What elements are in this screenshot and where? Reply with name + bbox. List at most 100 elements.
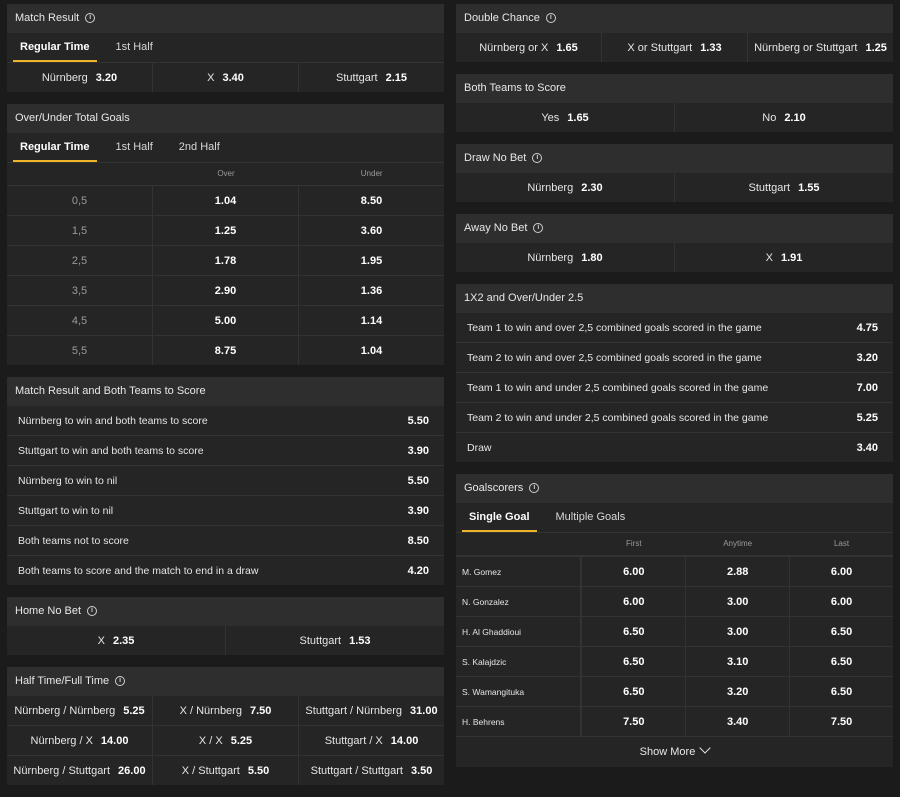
first-odd[interactable]: 6.50 bbox=[581, 647, 685, 676]
market-header[interactable]: Match Result i bbox=[7, 4, 444, 33]
over-odd[interactable]: 2.90 bbox=[152, 276, 298, 305]
market-header[interactable]: Double Chance i bbox=[456, 4, 893, 33]
tab-multiple-goals[interactable]: Multiple Goals bbox=[543, 503, 639, 532]
selection-x2[interactable]: X or Stuttgart 1.33 bbox=[601, 33, 747, 62]
list-selection[interactable]: Both teams not to score 8.50 bbox=[7, 525, 444, 555]
last-odd[interactable]: 6.50 bbox=[789, 677, 893, 706]
selection-nurnberg[interactable]: Nürnberg 3.20 bbox=[7, 63, 152, 92]
market-header[interactable]: Match Result and Both Teams to Score bbox=[7, 377, 444, 406]
over-odd[interactable]: 1.25 bbox=[152, 216, 298, 245]
over-odd[interactable]: 8.75 bbox=[152, 336, 298, 365]
last-odd[interactable]: 6.50 bbox=[789, 647, 893, 676]
selection-stuttgart[interactable]: Stuttgart 1.53 bbox=[225, 626, 444, 655]
anytime-odd[interactable]: 2.88 bbox=[685, 557, 789, 586]
selection-draw[interactable]: X 2.35 bbox=[7, 626, 225, 655]
under-odd[interactable]: 8.50 bbox=[298, 186, 444, 215]
last-odd[interactable]: 6.00 bbox=[789, 557, 893, 586]
info-icon[interactable]: i bbox=[532, 153, 543, 164]
first-odd[interactable]: 6.50 bbox=[581, 677, 685, 706]
selection-htft[interactable]: Nürnberg / X 14.00 bbox=[7, 726, 152, 755]
selection-htft[interactable]: X / Stuttgart 5.50 bbox=[152, 756, 298, 785]
selection-odd: 5.25 bbox=[856, 411, 878, 424]
selection-no[interactable]: No 2.10 bbox=[674, 103, 893, 132]
tab-regular-time[interactable]: Regular Time bbox=[7, 33, 103, 62]
over-odd[interactable]: 1.04 bbox=[152, 186, 298, 215]
selection-nurnberg[interactable]: Nürnberg 2.30 bbox=[456, 173, 674, 202]
anytime-odd[interactable]: 3.40 bbox=[685, 707, 789, 736]
odd-value: 8.75 bbox=[214, 344, 237, 357]
market-goalscorers: Goalscorers i Single Goal Multiple Goals … bbox=[456, 474, 893, 767]
market-header[interactable]: Both Teams to Score bbox=[456, 74, 893, 103]
first-odd[interactable]: 6.00 bbox=[581, 557, 685, 586]
selection-12[interactable]: Nürnberg or Stuttgart 1.25 bbox=[747, 33, 893, 62]
last-odd[interactable]: 7.50 bbox=[789, 707, 893, 736]
list-selection[interactable]: Nürnberg to win to nil 5.50 bbox=[7, 465, 444, 495]
anytime-odd[interactable]: 3.00 bbox=[685, 617, 789, 646]
list-selection[interactable]: Draw 3.40 bbox=[456, 432, 893, 462]
first-odd[interactable]: 6.00 bbox=[581, 587, 685, 616]
list-selection[interactable]: Both teams to score and the match to end… bbox=[7, 555, 444, 585]
over-odd[interactable]: 1.78 bbox=[152, 246, 298, 275]
anytime-odd[interactable]: 3.10 bbox=[685, 647, 789, 676]
info-icon[interactable]: i bbox=[87, 606, 98, 617]
selection-htft[interactable]: Stuttgart / Stuttgart 3.50 bbox=[298, 756, 444, 785]
list-selection[interactable]: Team 1 to win and over 2,5 combined goal… bbox=[456, 313, 893, 342]
show-more-button[interactable]: Show More bbox=[456, 736, 893, 767]
selection-nurnberg[interactable]: Nürnberg 1.80 bbox=[456, 243, 674, 272]
selection-1x[interactable]: Nürnberg or X 1.65 bbox=[456, 33, 601, 62]
under-odd[interactable]: 1.04 bbox=[298, 336, 444, 365]
selection-draw[interactable]: X 1.91 bbox=[674, 243, 893, 272]
first-odd[interactable]: 6.50 bbox=[581, 617, 685, 646]
over-odd[interactable]: 5.00 bbox=[152, 306, 298, 335]
under-odd[interactable]: 1.36 bbox=[298, 276, 444, 305]
market-title: Double Chance bbox=[464, 12, 540, 24]
info-icon[interactable]: i bbox=[115, 676, 126, 687]
tab-1st-half[interactable]: 1st Half bbox=[103, 133, 166, 162]
last-odd[interactable]: 6.50 bbox=[789, 617, 893, 646]
selection-name: Nürnberg bbox=[527, 181, 574, 194]
list-selection[interactable]: Team 1 to win and under 2,5 combined goa… bbox=[456, 372, 893, 402]
list-selection[interactable]: Stuttgart to win to nil 3.90 bbox=[7, 495, 444, 525]
last-odd[interactable]: 6.00 bbox=[789, 587, 893, 616]
selection-name: No bbox=[762, 111, 777, 124]
selection-yes[interactable]: Yes 1.65 bbox=[456, 103, 674, 132]
selection-htft[interactable]: Stuttgart / Nürnberg 31.00 bbox=[298, 696, 444, 725]
info-icon[interactable]: i bbox=[533, 223, 544, 234]
market-header[interactable]: Draw No Bet i bbox=[456, 144, 893, 173]
selection-stuttgart[interactable]: Stuttgart 1.55 bbox=[674, 173, 893, 202]
tab-regular-time[interactable]: Regular Time bbox=[7, 133, 103, 162]
info-icon[interactable]: i bbox=[529, 483, 540, 494]
anytime-odd[interactable]: 3.00 bbox=[685, 587, 789, 616]
tab-1st-half[interactable]: 1st Half bbox=[103, 33, 166, 62]
selection-stuttgart[interactable]: Stuttgart 2.15 bbox=[298, 63, 444, 92]
info-icon[interactable]: i bbox=[85, 13, 96, 24]
tab-single-goal[interactable]: Single Goal bbox=[456, 503, 543, 532]
selection-htft[interactable]: X / Nürnberg 7.50 bbox=[152, 696, 298, 725]
market-header[interactable]: Goalscorers i bbox=[456, 474, 893, 503]
selection-name: Stuttgart bbox=[748, 181, 791, 194]
list-selection[interactable]: Stuttgart to win and both teams to score… bbox=[7, 435, 444, 465]
selection-draw[interactable]: X 3.40 bbox=[152, 63, 298, 92]
list-selection[interactable]: Team 2 to win and under 2,5 combined goa… bbox=[456, 402, 893, 432]
selection-htft[interactable]: Stuttgart / X 14.00 bbox=[298, 726, 444, 755]
market-header[interactable]: Home No Bet i bbox=[7, 597, 444, 626]
list-selection[interactable]: Nürnberg to win and both teams to score 5… bbox=[7, 406, 444, 435]
selection-htft[interactable]: Nürnberg / Stuttgart 26.00 bbox=[7, 756, 152, 785]
market-header[interactable]: Away No Bet i bbox=[456, 214, 893, 243]
under-odd[interactable]: 3.60 bbox=[298, 216, 444, 245]
odds-row: Nürnberg 3.20 X 3.40 Stuttgart 2.15 bbox=[7, 63, 444, 92]
market-header[interactable]: Half Time/Full Time i bbox=[7, 667, 444, 696]
list-selection[interactable]: Team 2 to win and over 2,5 combined goal… bbox=[456, 342, 893, 372]
selection-htft[interactable]: X / X 5.25 bbox=[152, 726, 298, 755]
selection-htft[interactable]: Nürnberg / Nürnberg 5.25 bbox=[7, 696, 152, 725]
under-odd[interactable]: 1.14 bbox=[298, 306, 444, 335]
market-header[interactable]: 1X2 and Over/Under 2.5 bbox=[456, 284, 893, 313]
tab-2nd-half[interactable]: 2nd Half bbox=[166, 133, 233, 162]
under-odd[interactable]: 1.95 bbox=[298, 246, 444, 275]
anytime-odd[interactable]: 3.20 bbox=[685, 677, 789, 706]
market-title: Goalscorers bbox=[464, 482, 524, 494]
info-icon[interactable]: i bbox=[545, 13, 556, 24]
first-odd[interactable]: 7.50 bbox=[581, 707, 685, 736]
player-name: N. Gonzalez bbox=[456, 587, 582, 616]
market-header[interactable]: Over/Under Total Goals bbox=[7, 104, 444, 133]
